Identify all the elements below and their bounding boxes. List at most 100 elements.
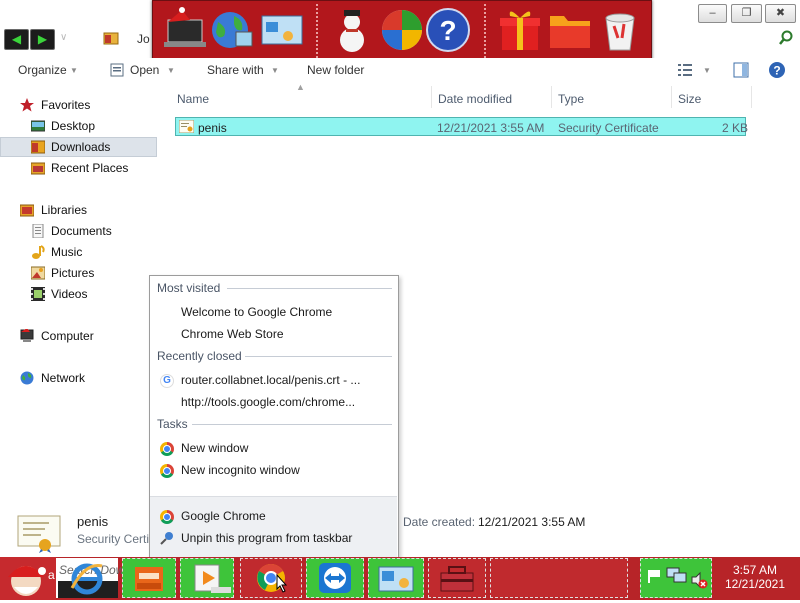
recent-places-icon xyxy=(30,161,46,175)
globe-icon[interactable] xyxy=(208,6,256,54)
open-button[interactable]: Open xyxy=(130,63,159,77)
sidebar-item-recent-places[interactable]: Recent Places xyxy=(0,158,157,178)
column-header-type[interactable]: Type xyxy=(558,92,584,106)
view-dropdown-icon[interactable]: ▼ xyxy=(703,66,711,75)
sidebar-item-computer[interactable]: Computer xyxy=(0,326,157,346)
chrome-icon xyxy=(160,510,174,524)
svg-text:?: ? xyxy=(439,15,456,46)
column-divider[interactable] xyxy=(751,86,752,108)
sidebar-item-videos[interactable]: Videos xyxy=(0,284,157,304)
maximize-button[interactable]: ❐ xyxy=(731,4,762,23)
sidebar-item-desktop[interactable]: Desktop xyxy=(0,116,157,136)
jumplist-section-tasks: Tasks xyxy=(157,417,188,431)
sidebar-item-pictures[interactable]: Pictures xyxy=(0,263,157,283)
sidebar-favorites[interactable]: Favorites xyxy=(0,95,157,115)
jumplist-divider xyxy=(192,424,392,425)
preview-pane-icon[interactable] xyxy=(733,62,749,78)
taskbar-button-control-panel[interactable] xyxy=(368,558,424,598)
jumplist-item[interactable]: Chrome Web Store xyxy=(181,327,284,341)
chrome-icon xyxy=(160,442,174,456)
jumplist-section-recently-closed: Recently closed xyxy=(157,349,242,363)
windows-shield-icon[interactable] xyxy=(378,6,426,54)
jumplist-footer xyxy=(150,496,397,558)
search-icon[interactable] xyxy=(778,30,794,46)
jumplist-item[interactable]: router.collabnet.local/penis.crt - ... xyxy=(181,373,360,387)
recycle-bin-icon[interactable] xyxy=(596,6,644,54)
control-panel-icon[interactable] xyxy=(258,6,306,54)
jumplist-unpin[interactable]: Unpin this program from taskbar xyxy=(181,531,352,545)
certificate-large-icon xyxy=(17,515,61,553)
address-path-start[interactable]: Jo xyxy=(137,32,150,46)
volume-muted-icon[interactable] xyxy=(690,571,708,589)
gift-icon[interactable] xyxy=(496,6,544,54)
sidebar-item-network[interactable]: Network xyxy=(0,368,157,388)
sort-ascending-icon: ▲ xyxy=(296,82,305,92)
taskbar-button-teamviewer[interactable] xyxy=(306,558,364,598)
sidebar-item-label: Music xyxy=(51,245,83,259)
open-icon xyxy=(110,63,124,77)
google-icon: G xyxy=(160,374,174,388)
jumplist-item-new-window[interactable]: New window xyxy=(181,441,248,455)
organize-dropdown-icon[interactable]: ▼ xyxy=(70,66,78,75)
column-divider[interactable] xyxy=(431,86,432,108)
jumplist-item[interactable]: Welcome to Google Chrome xyxy=(181,305,332,319)
minimize-button[interactable]: – xyxy=(698,4,727,23)
file-date-cell: 12/21/2021 3:55 AM xyxy=(437,121,545,135)
share-with-button[interactable]: Share with xyxy=(207,63,264,77)
taskbar-button-media-player[interactable] xyxy=(180,558,234,598)
file-name-cell: penis xyxy=(198,121,227,135)
column-divider[interactable] xyxy=(551,86,552,108)
sidebar-libraries[interactable]: Libraries xyxy=(0,200,157,220)
internet-explorer-icon[interactable] xyxy=(70,562,104,596)
close-button[interactable]: ✖ xyxy=(765,4,796,23)
help-icon[interactable]: ? xyxy=(768,61,786,79)
folder-icon[interactable] xyxy=(546,6,594,54)
sidebar-item-downloads[interactable]: Downloads xyxy=(0,137,157,157)
taskbar-clock[interactable]: 3:57 AM 12/21/2021 xyxy=(712,563,798,591)
sidebar-item-documents[interactable]: Documents xyxy=(0,221,157,241)
laptop-santa-icon[interactable] xyxy=(162,6,210,54)
sidebar-item-label: Network xyxy=(41,371,86,385)
column-divider[interactable] xyxy=(671,86,672,108)
svg-text:?: ? xyxy=(773,64,780,78)
network-icon[interactable] xyxy=(666,567,688,585)
jumplist-item[interactable]: http://tools.google.com/chrome... xyxy=(181,395,355,409)
jumplist-section-most-visited: Most visited xyxy=(157,281,221,295)
open-dropdown-icon[interactable]: ▼ xyxy=(167,66,175,75)
column-header-date-modified[interactable]: Date modified xyxy=(438,92,512,106)
dock-separator xyxy=(316,4,320,58)
new-folder-button[interactable]: New folder xyxy=(307,63,364,77)
taskbar-button-toolbox[interactable] xyxy=(428,558,486,598)
sidebar-item-music[interactable]: Music xyxy=(0,242,157,262)
share-dropdown-icon[interactable]: ▼ xyxy=(271,66,279,75)
sidebar-item-label: Recent Places xyxy=(51,161,129,175)
details-pane xyxy=(0,503,800,555)
action-center-flag-icon[interactable] xyxy=(646,568,662,584)
taskbar-button-chrome[interactable] xyxy=(240,558,302,598)
forward-button[interactable]: ▶ xyxy=(30,29,55,50)
snowman-icon[interactable] xyxy=(328,6,376,54)
sidebar-item-label: Libraries xyxy=(41,203,88,217)
details-file-name: penis xyxy=(77,514,109,529)
jumplist-divider xyxy=(227,288,392,289)
clock-date: 12/21/2021 xyxy=(724,577,786,591)
sidebar-item-label: Computer xyxy=(41,329,94,343)
organize-button[interactable]: Organize xyxy=(18,63,67,77)
sidebar-item-label: Favorites xyxy=(41,98,91,112)
sidebar-item-label: Documents xyxy=(51,224,112,238)
help-icon[interactable]: ? xyxy=(424,6,472,54)
back-button[interactable]: ◀ xyxy=(4,29,29,50)
documents-icon xyxy=(31,223,45,239)
column-header-name[interactable]: Name xyxy=(177,92,209,106)
recent-pages-dropdown[interactable]: ∨ xyxy=(60,32,67,43)
taskbar-button-explorer[interactable] xyxy=(122,558,176,598)
column-header-size[interactable]: Size xyxy=(678,92,701,106)
start-label: a xyxy=(48,568,55,582)
jumplist-open-chrome[interactable]: Google Chrome xyxy=(181,509,266,523)
sidebar-item-label: Videos xyxy=(51,287,88,301)
clock-time: 3:57 AM xyxy=(732,563,778,577)
dock-separator xyxy=(484,4,488,58)
jumplist-item-new-incognito-window[interactable]: New incognito window xyxy=(181,463,300,477)
view-options-icon[interactable] xyxy=(678,63,692,77)
address-folder-icon xyxy=(103,30,119,46)
